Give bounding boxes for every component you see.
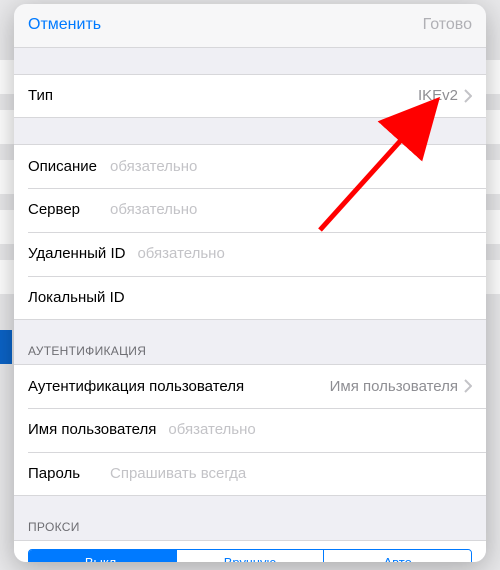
user-auth-value: Имя пользователя [244,378,464,395]
proxy-segmented-control: Выкл. Вручную Авто [28,549,472,562]
local-id-label: Локальный ID [28,289,125,306]
server-label: Сервер [28,201,98,218]
proxy-seg-manual[interactable]: Вручную [176,550,324,562]
proxy-seg-off[interactable]: Выкл. [29,550,176,562]
username-row[interactable]: Имя пользователя обязательно [14,408,486,452]
description-label: Описание [28,158,98,175]
proxy-seg-auto[interactable]: Авто [323,550,471,562]
user-auth-row[interactable]: Аутентификация пользователя Имя пользова… [14,364,486,408]
auth-section-header: АУТЕНТИФИКАЦИЯ [14,320,486,364]
done-button[interactable]: Готово [423,16,472,34]
cancel-button[interactable]: Отменить [28,16,101,34]
type-label: Тип [28,87,98,104]
chevron-right-icon [464,89,472,103]
remote-id-label: Удаленный ID [28,245,125,262]
password-placeholder: Спрашивать всегда [98,465,472,482]
username-label: Имя пользователя [28,421,156,438]
chevron-right-icon [464,379,472,393]
username-placeholder: обязательно [156,421,472,438]
proxy-section-header: ПРОКСИ [14,496,486,540]
server-row[interactable]: Сервер обязательно [14,188,486,232]
password-row[interactable]: Пароль Спрашивать всегда [14,452,486,496]
description-row[interactable]: Описание обязательно [14,144,486,188]
remote-id-row[interactable]: Удаленный ID обязательно [14,232,486,276]
navbar: Отменить Готово [14,4,486,48]
remote-id-placeholder: обязательно [125,245,472,262]
user-auth-label: Аутентификация пользователя [28,378,244,395]
type-row[interactable]: Тип IKEv2 [14,74,486,118]
local-id-row[interactable]: Локальный ID [14,276,486,320]
server-placeholder: обязательно [98,201,472,218]
proxy-segmented-control-wrap: Выкл. Вручную Авто [14,540,486,562]
description-placeholder: обязательно [98,158,472,175]
password-label: Пароль [28,465,98,482]
vpn-config-sheet: Отменить Готово Тип IKEv2 Описание обяза… [14,4,486,562]
type-value: IKEv2 [98,87,464,104]
